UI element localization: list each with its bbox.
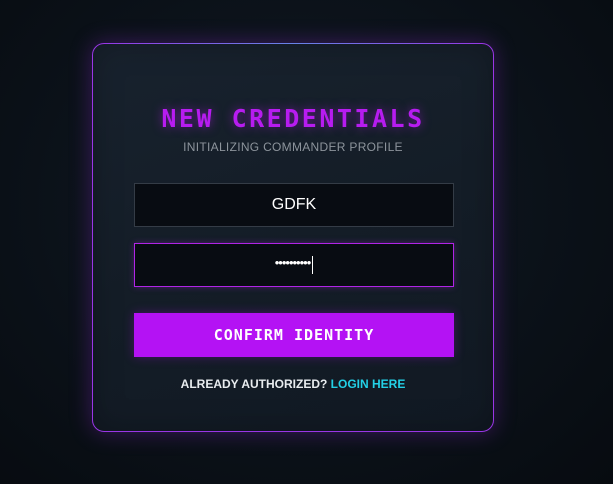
login-prompt-text: ALREADY AUTHORIZED?	[180, 377, 328, 391]
username-value: GDFK	[271, 196, 317, 213]
page-title: NEW CREDENTIALS	[161, 104, 425, 133]
login-prompt-row: ALREADY AUTHORIZED? LOGIN HERE	[93, 377, 493, 391]
page-subtitle: INITIALIZING COMMANDER PROFILE	[183, 140, 403, 154]
password-value: ••••••••••	[274, 254, 312, 270]
register-card: NEW CREDENTIALS INITIALIZING COMMANDER P…	[92, 42, 494, 432]
confirm-identity-button[interactable]: CONFIRM IDENTITY	[134, 313, 454, 357]
login-here-link[interactable]: LOGIN HERE	[331, 377, 406, 391]
text-caret	[312, 256, 314, 274]
username-field[interactable]: GDFK	[134, 183, 454, 227]
password-field[interactable]: ••••••••••	[134, 243, 454, 287]
